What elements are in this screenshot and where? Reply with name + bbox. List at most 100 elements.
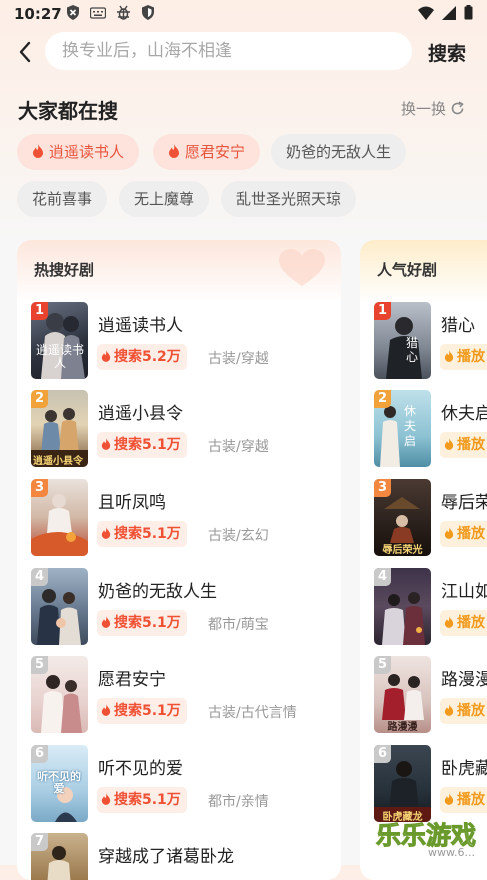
drama-cover-title: 猎心 <box>406 336 419 364</box>
rank-badge: 6 <box>31 745 48 763</box>
play-count: 播放 <box>457 792 485 808</box>
refresh-icon <box>451 101 464 115</box>
rank-badge: 6 <box>374 745 391 763</box>
drama-title: 穿越成了诸葛卧龙 <box>98 847 234 867</box>
drama-title: 逍遥读书人 <box>98 316 183 336</box>
bug-icon <box>117 5 130 20</box>
status-notification-icons <box>66 5 155 20</box>
play-count: 播放 <box>457 526 485 542</box>
drama-cover[interactable]: 路漫漫 5 <box>374 656 431 733</box>
drama-title: 猎心 <box>441 316 475 336</box>
popular-drama-panel: 人气好剧 猎心 1 猎心 播放 休夫启 2 休夫启 播放 辱后荣光 3 辱后荣 … <box>360 240 487 880</box>
rank-badge: 3 <box>31 479 48 497</box>
flame-icon <box>101 350 111 362</box>
status-bar: 10:27 <box>0 0 487 28</box>
hot-drama-item[interactable]: 5 愿君安宁 搜索5.1万 古装/古代言情 <box>31 656 331 736</box>
search-count-badge: 搜索5.1万 <box>97 610 187 636</box>
shield-x-icon <box>67 5 79 20</box>
drama-cover[interactable]: 听不见的爱 6 <box>31 745 88 822</box>
popular-drama-item[interactable]: 路漫漫 5 路漫漫 播放 <box>374 656 487 736</box>
battery-icon <box>464 5 473 20</box>
popular-drama-item[interactable]: 休夫启 2 休夫启 播放 <box>374 390 487 470</box>
flame-icon <box>444 704 454 716</box>
hot-drama-item[interactable]: 逍遥读书人 1 逍遥读书人 搜索5.2万 古装/穿越 <box>31 302 331 382</box>
rank-badge: 4 <box>374 568 391 586</box>
drama-cover[interactable]: 3 <box>31 479 88 556</box>
search-tag-label: 乱世圣光照天琼 <box>236 190 342 208</box>
hot-drama-item[interactable]: 听不见的爱 6 听不见的爱 搜索5.1万 都市/亲情 <box>31 745 331 825</box>
flame-icon <box>101 616 111 628</box>
search-tag[interactable]: 愿君安宁 <box>153 134 261 170</box>
drama-cover[interactable]: 7 <box>31 833 88 880</box>
drama-cover[interactable]: 猎心 1 <box>374 302 431 379</box>
search-input[interactable] <box>45 32 392 70</box>
drama-genre: 古装/玄幻 <box>208 528 269 544</box>
hot-drama-item[interactable]: 3 且听凤鸣 搜索5.1万 古装/玄幻 <box>31 479 331 559</box>
play-count: 播放 <box>457 349 485 365</box>
watermark-url: www.6... <box>428 846 475 859</box>
flame-icon <box>101 438 111 450</box>
hot-drama-item[interactable]: 7 穿越成了诸葛卧龙 <box>31 833 331 880</box>
search-tag[interactable]: 无上魔尊 <box>119 181 210 217</box>
drama-title: 听不见的爱 <box>98 759 183 779</box>
drama-cover[interactable]: 4 <box>31 568 88 645</box>
back-arrow-icon[interactable] <box>14 40 38 64</box>
search-tag-label: 无上魔尊 <box>134 190 195 208</box>
search-count-badge: 搜索5.1万 <box>97 698 187 724</box>
flame-icon <box>169 144 179 158</box>
signal-icon <box>442 5 456 20</box>
drama-title: 奶爸的无敌人生 <box>98 582 217 602</box>
search-tag[interactable]: 奶爸的无敌人生 <box>271 134 407 170</box>
drama-cover-title: 逍遥读书人 <box>35 343 84 370</box>
search-count-badge: 搜索5.1万 <box>97 787 187 813</box>
play-count-badge: 播放 <box>440 610 487 636</box>
rank-badge: 3 <box>374 479 391 497</box>
drama-title: 江山如 <box>441 582 487 602</box>
search-count: 搜索5.1万 <box>114 615 181 631</box>
flame-icon <box>444 527 454 539</box>
search-tag[interactable]: 乱世圣光照天琼 <box>221 181 357 217</box>
drama-cover[interactable]: 休夫启 2 <box>374 390 431 467</box>
play-count-badge: 播放 <box>440 521 487 547</box>
search-tag[interactable]: 花前喜事 <box>17 181 108 217</box>
drama-cover[interactable]: 辱后荣光 3 <box>374 479 431 556</box>
search-field[interactable] <box>45 32 412 70</box>
hot-drama-panel: 热搜好剧 逍遥读书人 1 逍遥读书人 搜索5.2万 古装/穿越 逍遥小县令 2 … <box>17 240 341 880</box>
drama-cover-title: 辱后荣光 <box>382 545 423 556</box>
drama-cover[interactable]: 4 <box>374 568 431 645</box>
rank-badge: 7 <box>31 833 48 851</box>
drama-title: 愿君安宁 <box>98 670 166 690</box>
search-button[interactable]: 搜索 <box>428 39 466 66</box>
search-count-badge: 搜索5.2万 <box>97 344 187 370</box>
play-count-badge: 播放 <box>440 787 487 813</box>
trending-title: 大家都在搜 <box>18 99 118 123</box>
drama-title: 卧虎藏 <box>441 759 487 779</box>
popular-drama-item[interactable]: 辱后荣光 3 辱后荣 播放 <box>374 479 487 559</box>
refresh-label: 换一换 <box>401 100 447 118</box>
drama-cover-title: 听不见的爱 <box>37 770 81 795</box>
drama-cover[interactable]: 卧虎藏龙 6 <box>374 745 431 822</box>
drama-cover-title: 路漫漫 <box>387 722 418 733</box>
drama-genre: 古装/穿越 <box>208 351 269 367</box>
play-count-badge: 播放 <box>440 344 487 370</box>
play-count-badge: 播放 <box>440 432 487 458</box>
drama-cover[interactable]: 逍遥读书人 1 <box>31 302 88 379</box>
popular-drama-item[interactable]: 4 江山如 播放 <box>374 568 487 648</box>
hot-drama-item[interactable]: 4 奶爸的无敌人生 搜索5.1万 都市/萌宝 <box>31 568 331 648</box>
popular-drama-item[interactable]: 猎心 1 猎心 播放 <box>374 302 487 382</box>
search-count: 搜索5.1万 <box>114 526 181 542</box>
popular-drama-item[interactable]: 卧虎藏龙 6 卧虎藏 播放 <box>374 745 487 825</box>
keyboard-icon <box>90 6 106 19</box>
play-count: 播放 <box>457 615 485 631</box>
play-count: 播放 <box>457 703 485 719</box>
search-tag[interactable]: 逍遥读书人 <box>17 134 140 170</box>
status-system-icons <box>418 5 473 20</box>
hot-drama-item[interactable]: 逍遥小县令 2 逍遥小县令 搜索5.1万 古装/穿越 <box>31 390 331 470</box>
refresh-button[interactable]: 换一换 <box>401 98 465 119</box>
drama-cover[interactable]: 5 <box>31 656 88 733</box>
search-count: 搜索5.1万 <box>114 792 181 808</box>
rank-badge: 2 <box>31 390 48 408</box>
flame-icon <box>33 144 43 158</box>
search-tag-label: 花前喜事 <box>32 190 93 208</box>
drama-cover[interactable]: 逍遥小县令 2 <box>31 390 88 467</box>
